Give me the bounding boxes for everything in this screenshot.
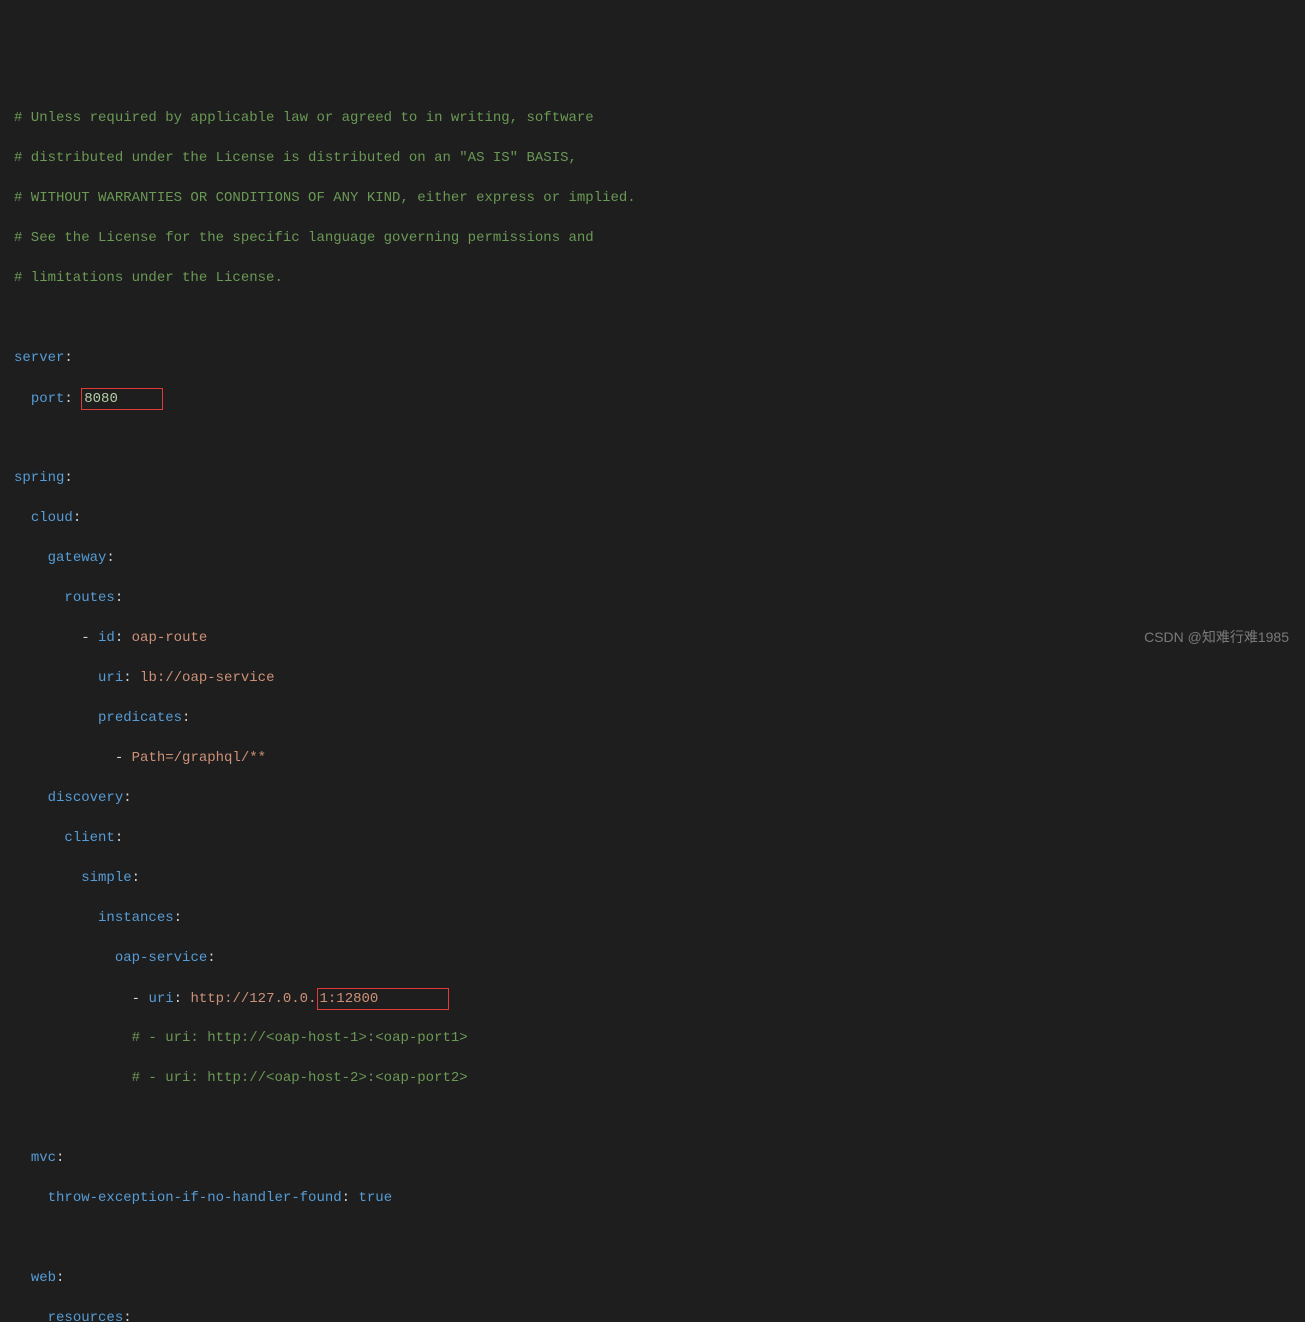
yaml-key-instances: instances [98,910,174,926]
yaml-value-id: oap-route [132,630,208,646]
yaml-value-predicate: Path=/graphql/** [132,750,266,766]
yaml-key-server: server [14,350,64,366]
yaml-key-cloud: cloud [31,510,73,526]
yaml-key-predicates: predicates [98,710,182,726]
yaml-key-web: web [31,1270,56,1286]
yaml-value-throw: true [358,1190,392,1206]
license-comment: # distributed under the License is distr… [14,150,577,166]
license-comment: # Unless required by applicable law or a… [14,110,594,126]
yaml-key-routes: routes [64,590,114,606]
yaml-key-mvc: mvc [31,1150,56,1166]
yaml-key-port: port [31,391,65,407]
license-comment: # WITHOUT WARRANTIES OR CONDITIONS OF AN… [14,190,636,206]
yaml-key-simple: simple [81,870,131,886]
yaml-key-discovery: discovery [48,790,124,806]
highlight-instance-uri: 1:12800 [317,988,449,1010]
yaml-key-oap-service: oap-service [115,950,207,966]
yaml-value-instance-uri-post: 1:12800 [320,991,379,1007]
yaml-value-uri-lb: lb://oap-service [140,670,274,686]
yaml-value-instance-uri-pre: http://127.0.0. [190,991,316,1007]
highlight-port: 8080 [81,388,163,410]
yaml-key-gateway: gateway [48,550,107,566]
code-block: # Unless required by applicable law or a… [14,88,1305,1322]
license-comment: # See the License for the specific langu… [14,230,594,246]
yaml-key-client: client [64,830,114,846]
yaml-key-uri: uri [98,670,123,686]
yaml-key-resources: resources [48,1310,124,1322]
yaml-key-spring: spring [14,470,64,486]
yaml-value-port: 8080 [84,391,118,407]
yaml-comment-instance1: # - uri: http://<oap-host-1>:<oap-port1> [132,1030,468,1046]
yaml-key-id: id [98,630,115,646]
license-comment: # limitations under the License. [14,270,283,286]
yaml-comment-instance2: # - uri: http://<oap-host-2>:<oap-port2> [132,1070,468,1086]
yaml-key-throw: throw-exception-if-no-handler-found [48,1190,342,1206]
yaml-key-uri: uri [148,991,173,1007]
